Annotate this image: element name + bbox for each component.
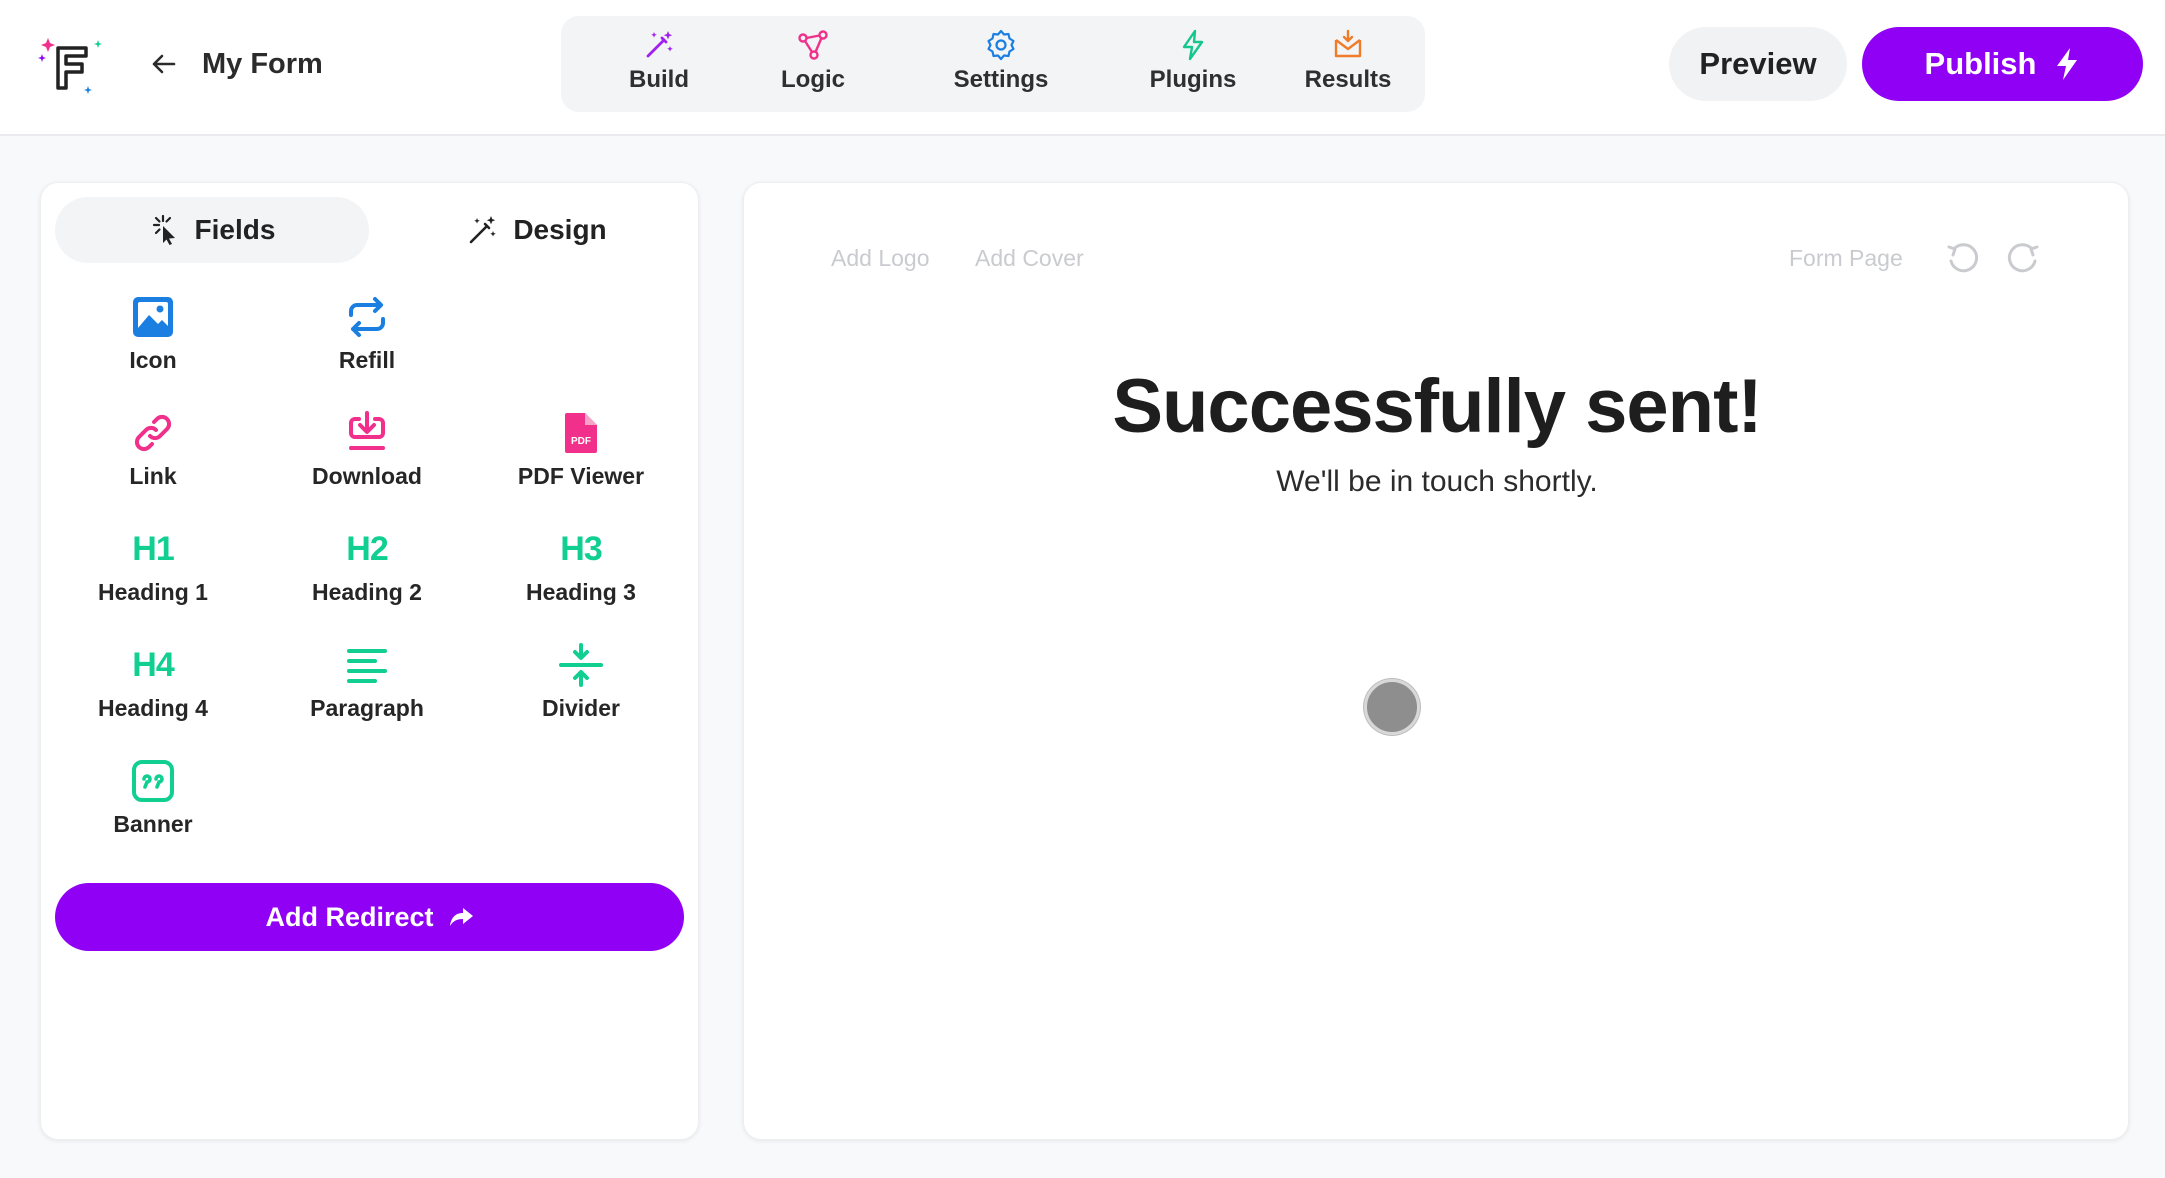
pdf-badge: PDF — [571, 436, 591, 447]
field-link[interactable]: Link — [53, 411, 253, 511]
success-title: Successfully sent! — [1112, 364, 1762, 449]
inbox-download-icon — [1334, 29, 1362, 58]
builder-nav: Build Logic Settings Plugins Results — [561, 16, 1425, 112]
field-label: Paragraph — [310, 695, 424, 721]
add-cover-button[interactable]: Add Cover — [975, 245, 1084, 272]
nav-results[interactable]: Results — [1283, 28, 1413, 102]
field-refill[interactable]: Refill — [267, 295, 467, 395]
nav-plugins[interactable]: Plugins — [1113, 28, 1273, 102]
heading-1-icon: H1 — [132, 530, 174, 568]
link-icon — [134, 414, 172, 452]
heading-4-icon: H4 — [132, 646, 174, 684]
download-icon — [349, 411, 385, 450]
field-paragraph[interactable]: Paragraph — [267, 643, 467, 743]
quote-banner-icon — [132, 760, 174, 802]
undo-icon[interactable] — [1945, 241, 1981, 277]
nav-logic-label: Logic — [781, 66, 845, 93]
lightning-icon — [1182, 29, 1204, 61]
form-name[interactable]: My Form — [202, 46, 323, 82]
magic-wand-icon — [470, 216, 497, 244]
form-canvas: Add Logo Add Cover Form Page Successfull… — [743, 182, 2129, 1140]
field-label: Heading 4 — [98, 695, 208, 721]
top-bar: My Form Build Logic Settings Plugins Res… — [0, 0, 2165, 136]
share-forward-icon — [449, 908, 473, 926]
image-icon — [133, 297, 173, 337]
tab-design-label: Design — [513, 214, 607, 245]
preview-button[interactable]: Preview — [1669, 27, 1847, 101]
field-label: Refill — [338, 347, 396, 373]
cursor-click-icon — [152, 214, 175, 245]
nav-results-label: Results — [1304, 66, 1392, 93]
field-label: Link — [129, 463, 177, 489]
field-label: Heading 2 — [312, 579, 422, 605]
field-label: Download — [312, 463, 422, 489]
mouse-cursor — [1364, 679, 1420, 735]
heading-2-icon: H2 — [346, 530, 388, 568]
form-page-toggle[interactable]: Form Page — [1789, 245, 1903, 272]
tab-fields-label: Fields — [194, 214, 276, 245]
field-divider[interactable]: Divider — [481, 643, 681, 743]
fields-panel: Fields Design Icon Refill Link Download … — [40, 182, 699, 1140]
logic-nodes-icon — [798, 30, 828, 60]
nav-build-label: Build — [629, 66, 689, 93]
tab-design[interactable]: Design — [391, 197, 683, 263]
field-pdf-viewer[interactable]: PDF PDF Viewer — [481, 411, 681, 511]
field-label: Heading 1 — [98, 579, 208, 605]
app-logo[interactable] — [38, 30, 108, 100]
field-label: Divider — [542, 695, 620, 721]
nav-settings-label: Settings — [953, 66, 1049, 93]
field-heading-1[interactable]: H1 Heading 1 — [53, 527, 253, 627]
field-heading-2[interactable]: H2 Heading 2 — [267, 527, 467, 627]
field-label: Icon — [129, 347, 177, 373]
nav-build[interactable]: Build — [603, 28, 715, 102]
add-redirect-label: Add Redirect — [265, 901, 434, 932]
field-label: Heading 3 — [526, 579, 636, 605]
back-arrow-icon[interactable] — [146, 46, 182, 82]
field-heading-3[interactable]: H3 Heading 3 — [481, 527, 681, 627]
field-download[interactable]: Download — [267, 411, 467, 511]
pdf-icon: PDF — [565, 413, 597, 453]
redo-icon[interactable] — [2005, 241, 2041, 277]
nav-plugins-label: Plugins — [1149, 66, 1237, 93]
nav-settings[interactable]: Settings — [901, 28, 1101, 102]
publish-button-label: Publish — [1924, 46, 2037, 81]
success-subtitle: We'll be in touch shortly. — [1276, 465, 1598, 498]
add-logo-button[interactable]: Add Logo — [831, 245, 929, 272]
lightning-icon — [2057, 48, 2078, 80]
publish-button[interactable]: Publish — [1862, 27, 2143, 101]
tab-fields[interactable]: Fields — [55, 197, 369, 263]
field-banner[interactable]: Banner — [53, 759, 253, 859]
field-label: PDF Viewer — [517, 463, 645, 489]
divider-icon — [559, 643, 603, 687]
paragraph-icon — [347, 649, 387, 683]
refill-icon — [349, 297, 385, 337]
magic-wand-icon — [646, 31, 673, 58]
field-icon[interactable]: Icon — [53, 295, 253, 395]
add-redirect-button[interactable]: Add Redirect — [55, 883, 684, 951]
field-label: Banner — [113, 811, 193, 837]
heading-3-icon: H3 — [560, 530, 602, 568]
gear-icon — [987, 29, 1015, 61]
field-heading-4[interactable]: H4 Heading 4 — [53, 643, 253, 743]
nav-logic[interactable]: Logic — [757, 28, 869, 102]
